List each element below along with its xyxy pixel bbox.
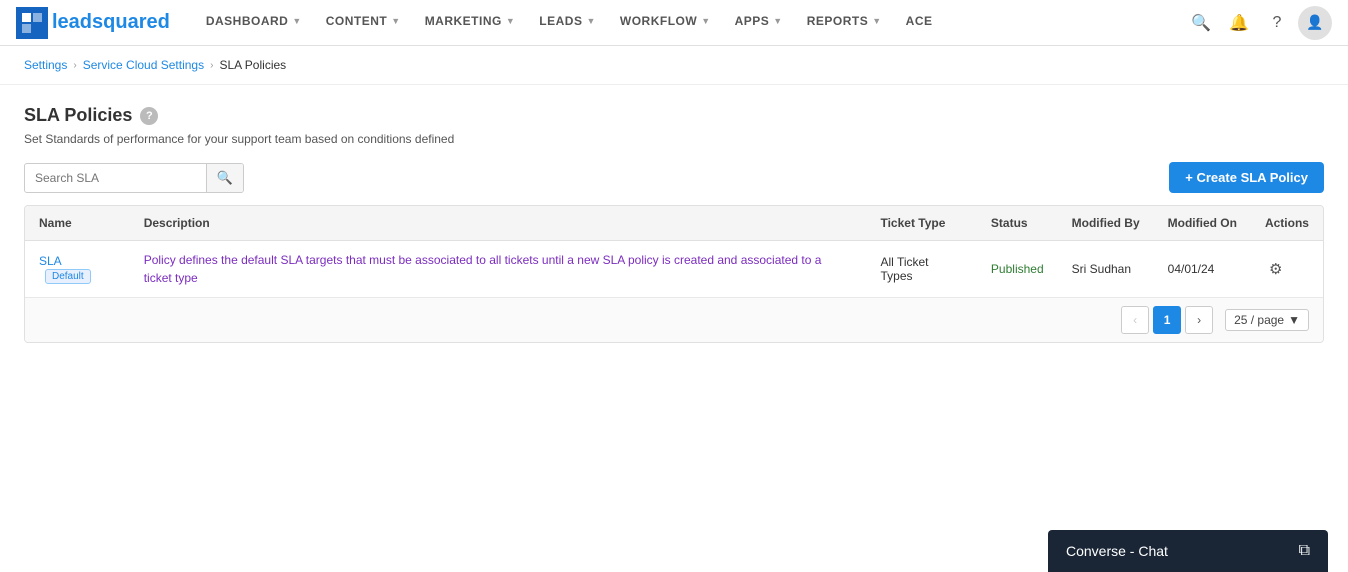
row-actions-cell: ⚙ <box>1251 241 1323 298</box>
nav-item-leads[interactable]: LEADS▼ <box>527 0 608 46</box>
pagination-next-button[interactable]: › <box>1185 306 1213 334</box>
row-modified-on-cell: 04/01/24 <box>1154 241 1251 298</box>
row-description-cell: Policy defines the default SLA targets t… <box>130 241 867 298</box>
col-ticket-type: Ticket Type <box>866 206 976 241</box>
breadcrumb-current: SLA Policies <box>219 58 286 72</box>
nav-items: DASHBOARD▼ CONTENT▼ MARKETING▼ LEADS▼ WO… <box>194 0 1184 46</box>
nav-item-reports[interactable]: REPORTS▼ <box>795 0 894 46</box>
converse-chat-icon: ⧉ <box>1299 542 1310 560</box>
top-navigation: leadsquared DASHBOARD▼ CONTENT▼ MARKETIN… <box>0 0 1348 46</box>
page-title: SLA Policies <box>24 105 132 126</box>
col-modified-by: Modified By <box>1058 206 1154 241</box>
col-description: Description <box>130 206 867 241</box>
converse-chat-label: Converse - Chat <box>1066 543 1168 559</box>
logo[interactable]: leadsquared <box>16 7 170 39</box>
col-modified-on: Modified On <box>1154 206 1251 241</box>
breadcrumb-sep-1: › <box>73 60 76 71</box>
nav-item-ace[interactable]: ACE <box>894 0 945 46</box>
nav-item-content[interactable]: CONTENT▼ <box>314 0 413 46</box>
search-box: 🔍 <box>24 163 244 193</box>
row-actions-gear-button[interactable]: ⚙ <box>1265 256 1286 282</box>
pagination-page-1[interactable]: 1 <box>1153 306 1181 334</box>
help-button[interactable]: ? <box>1260 6 1294 40</box>
row-status-cell: Published <box>977 241 1058 298</box>
row-name-cell: SLA Default <box>25 241 130 298</box>
sla-link[interactable]: SLA <box>39 254 62 268</box>
table-row: SLA Default Policy defines the default S… <box>25 241 1323 298</box>
page-subtitle: Set Standards of performance for your su… <box>24 132 1324 146</box>
nav-item-workflow[interactable]: WORKFLOW▼ <box>608 0 723 46</box>
sla-policies-table: Name Description Ticket Type Status Modi… <box>24 205 1324 343</box>
row-ticket-type-cell: All Ticket Types <box>866 241 976 298</box>
page-title-row: SLA Policies ? <box>24 105 1324 126</box>
row-modified-by-cell: Sri Sudhan <box>1058 241 1154 298</box>
search-input[interactable] <box>25 165 206 191</box>
pagination-prev-button[interactable]: ‹ <box>1121 306 1149 334</box>
default-badge: Default <box>45 269 91 284</box>
breadcrumb-service-cloud[interactable]: Service Cloud Settings <box>83 58 204 72</box>
toolbar: 🔍 + Create SLA Policy <box>24 162 1324 193</box>
nav-right: 🔍 🔔 ? 👤 <box>1184 6 1332 40</box>
per-page-selector[interactable]: 25 / page ▼ <box>1225 309 1309 331</box>
pagination-row: ‹ 1 › 25 / page ▼ <box>25 297 1323 342</box>
breadcrumb: Settings › Service Cloud Settings › SLA … <box>0 46 1348 85</box>
nav-item-marketing[interactable]: MARKETING▼ <box>413 0 528 46</box>
logo-text: leadsquared <box>52 11 170 34</box>
col-name: Name <box>25 206 130 241</box>
per-page-caret: ▼ <box>1288 313 1300 327</box>
help-icon[interactable]: ? <box>140 107 158 125</box>
nav-item-apps[interactable]: APPS▼ <box>723 0 795 46</box>
user-avatar-button[interactable]: 👤 <box>1298 6 1332 40</box>
main-content: SLA Policies ? Set Standards of performa… <box>0 85 1348 363</box>
breadcrumb-sep-2: › <box>210 60 213 71</box>
col-actions: Actions <box>1251 206 1323 241</box>
nav-item-dashboard[interactable]: DASHBOARD▼ <box>194 0 314 46</box>
col-status: Status <box>977 206 1058 241</box>
logo-box <box>16 7 48 39</box>
search-submit-button[interactable]: 🔍 <box>206 164 243 192</box>
converse-chat-widget[interactable]: Converse - Chat ⧉ <box>1048 530 1328 572</box>
search-button[interactable]: 🔍 <box>1184 6 1218 40</box>
notifications-button[interactable]: 🔔 <box>1222 6 1256 40</box>
table-header-row: Name Description Ticket Type Status Modi… <box>25 206 1323 241</box>
create-sla-policy-button[interactable]: + Create SLA Policy <box>1169 162 1324 193</box>
breadcrumb-settings[interactable]: Settings <box>24 58 67 72</box>
